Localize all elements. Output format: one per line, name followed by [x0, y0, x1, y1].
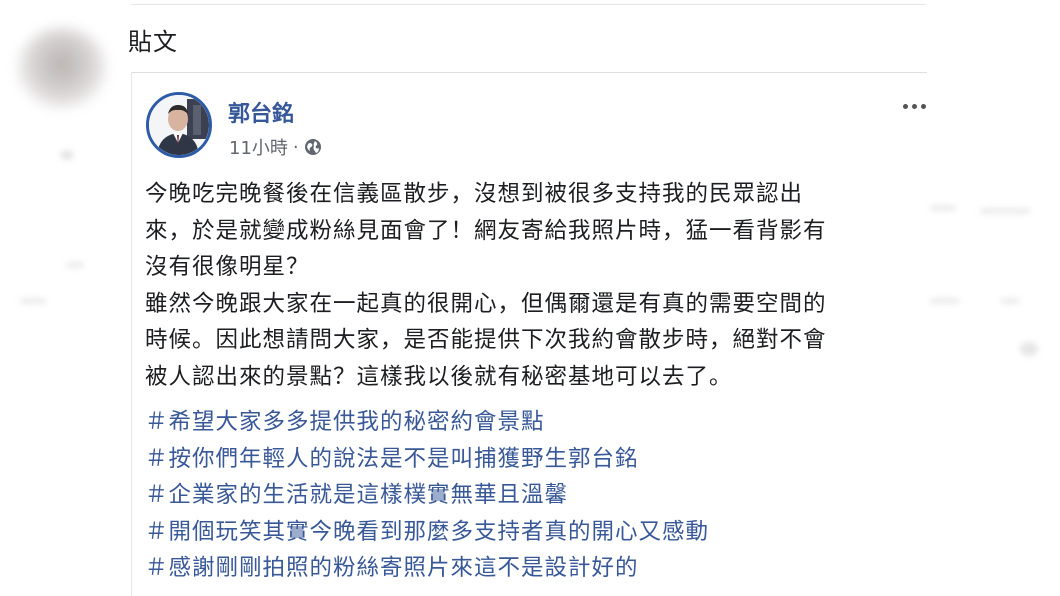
screenshot-stage: 貼文 郭台銘 11小時 · 今晚吃完晚餐後在信義區散步，沒想到被很多支持我的民眾…: [0, 0, 1060, 596]
top-divider: [131, 4, 926, 5]
post-time[interactable]: 11小時: [229, 134, 288, 160]
hashtag-link[interactable]: ＃按你們年輕人的說法是不是叫捕獲野生郭台銘: [145, 441, 709, 478]
avatar-portrait: [149, 95, 209, 155]
post-body-line: 被人認出來的景點？這樣我以後就有秘密基地可以去了。: [145, 363, 733, 390]
post-body-line: 沒有很像明星？: [145, 254, 310, 280]
blurred-dot: [60, 150, 74, 160]
globe-icon: [304, 138, 322, 156]
blurred-avatar: [18, 28, 106, 108]
blurred-dash: [1000, 298, 1020, 304]
meta-separator: ·: [292, 136, 299, 158]
hashtag-link[interactable]: ＃感謝剛剛拍照的粉絲寄照片來這不是設計好的: [145, 550, 709, 587]
post-body-line: 來，於是就變成粉絲見面會了！網友寄給我照片時，猛一看背影有: [145, 217, 827, 244]
post-body: 今晚吃完晚餐後在信義區散步，沒想到被很多支持我的民眾認出 來，於是就變成粉絲見面…: [145, 176, 925, 395]
post-body-line: 時候。因此想請問大家，是否能提供下次我約會散步時，絕對不會: [145, 327, 827, 353]
hashtag-link[interactable]: ＃希望大家多多提供我的秘密約會景點: [145, 404, 709, 441]
hashtag-list: ＃希望大家多多提供我的秘密約會景點 ＃按你們年輕人的說法是不是叫捕獲野生郭台銘 …: [145, 404, 709, 587]
post-meta: 11小時 ·: [229, 134, 322, 160]
more-options-icon[interactable]: [900, 96, 928, 116]
hashtag-link[interactable]: ＃開個玩笑其實今晚看到那麼多支持者真的開心又感動: [145, 514, 709, 551]
blurred-dash: [980, 208, 1030, 214]
blurred-dash: [20, 298, 46, 304]
blurred-dash: [930, 298, 960, 304]
author-avatar[interactable]: [146, 92, 212, 158]
post-body-line: 今晚吃完晚餐後在信義區散步，沒想到被很多支持我的民眾認出: [145, 181, 804, 207]
blurred-dot: [1020, 342, 1038, 356]
blurred-dash: [66, 262, 84, 268]
blurred-dash: [930, 205, 956, 211]
author-name[interactable]: 郭台銘: [228, 96, 294, 128]
section-title: 貼文: [128, 28, 178, 56]
hashtag-link[interactable]: ＃企業家的生活就是這樣樸實無華且溫馨: [145, 477, 709, 514]
post-body-line: 雖然今晚跟大家在一起真的很開心，但偶爾還是有真的需要空間的: [145, 290, 827, 317]
